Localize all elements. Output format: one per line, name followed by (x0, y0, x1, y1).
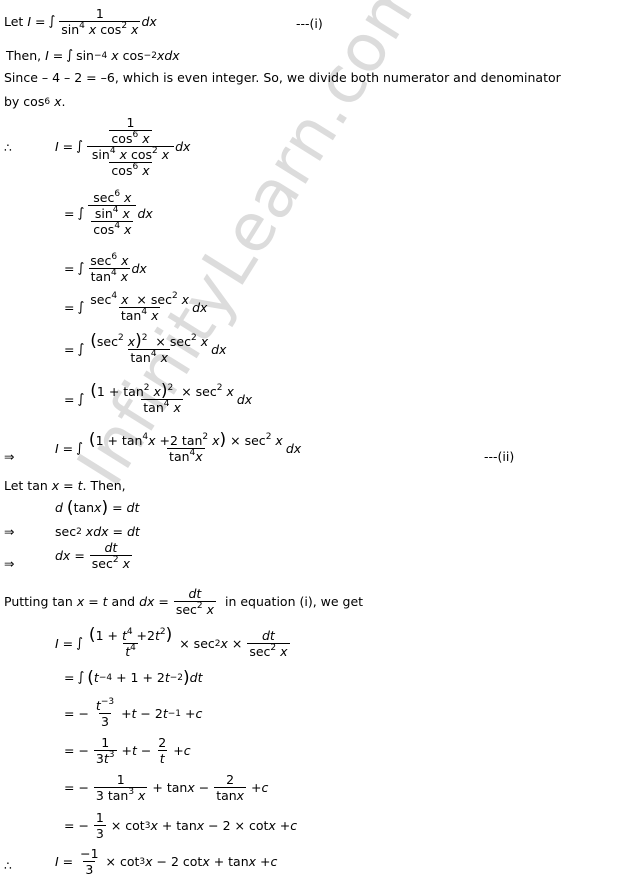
equation-label-i: ---(i) (296, 16, 323, 31)
line-let-tan: Let tan x = t. Then, (4, 478, 126, 493)
line-step-4: = ∫ sec4 x × sec2 x tan4 x dx (64, 291, 208, 324)
in-equation-text: in equation (i), we get (224, 594, 364, 609)
equation-label-ii: ---(ii) (484, 449, 515, 464)
line-sub-5: = − 13 tan3 x + tan x − 2 tanx + c (64, 772, 269, 803)
line-definition: Let I = ∫ 1 sin4 x cos2 x dx (4, 6, 157, 37)
line-step-6: = ∫ (1 + tan2 x)2 × sec2 x tan4 x dx (64, 381, 253, 416)
line-sub-1: I = ∫ (1 + t4 +2t2) t4 × sec 2 x × dt sec2 x (55, 625, 290, 659)
line-sub-2: = ∫(t −4 + 1 + 2 t −2) dt (64, 667, 203, 688)
implies-symbol-3: ⇒ (4, 556, 15, 571)
line-sub-3: = − t−3 3 + t − 2 t −1 + c (64, 697, 203, 730)
line-then: Then, I = ∫ sin −4 x cos −2 xdx (6, 48, 180, 63)
line-step-5: = ∫ (sec2 x)2 × sec2 x tan4 x dx (64, 331, 227, 366)
line-dx: dx = dt sec2 x (55, 540, 132, 571)
putting-text: Putting tan (4, 594, 73, 609)
line-step-2: = ∫ sec6 x sin4 x cos4 x dx (64, 189, 153, 238)
let-tan-text: Let tan (4, 478, 48, 493)
and-text: and (111, 594, 136, 609)
implies-symbol-1: ⇒ (4, 449, 15, 464)
line-sub-4: = − 1 3t3 + t − 2t + c (64, 735, 191, 766)
implies-symbol-2: ⇒ (4, 524, 15, 539)
line-sec-dx: sec 2 xdx = dt (55, 524, 140, 539)
line-final-answer: I = −1 3 × cot 3 x − 2 cot x + tan x + c (55, 846, 278, 877)
line-step-1: I = ∫ 1 cos6 x sin4 x cos2 x cos6 x dx (55, 115, 191, 178)
line-step-3: = ∫ sec6 x tan4 x dx (64, 252, 147, 285)
line-differential: d (tan x) = dt (55, 497, 140, 518)
line-sub-6: = − 13 × cot 3 x + tan x − 2 × cot x + c (64, 810, 298, 841)
line-putting: Putting tan x = t and dx = dt sec2 x in e… (4, 586, 364, 617)
fraction: 1 sin4 x cos2 x (59, 6, 141, 37)
since-text: Since – 4 – 2 = –6, which is even intege… (4, 70, 561, 85)
line-by: by cos 6 x. (4, 94, 66, 109)
by-text: by cos (4, 94, 45, 109)
let-text: Let (4, 14, 24, 29)
line-step-7: I = ∫ (1 + tan4x +2 tan2 x) × sec2 x tan4x d… (55, 430, 302, 465)
therefore-symbol: ∴ (4, 140, 12, 155)
then-text: Then, (6, 48, 42, 63)
therefore-symbol-2: ∴ (4, 858, 12, 873)
integral-sign: ∫ (48, 14, 56, 29)
then2-text: . Then, (82, 478, 126, 493)
